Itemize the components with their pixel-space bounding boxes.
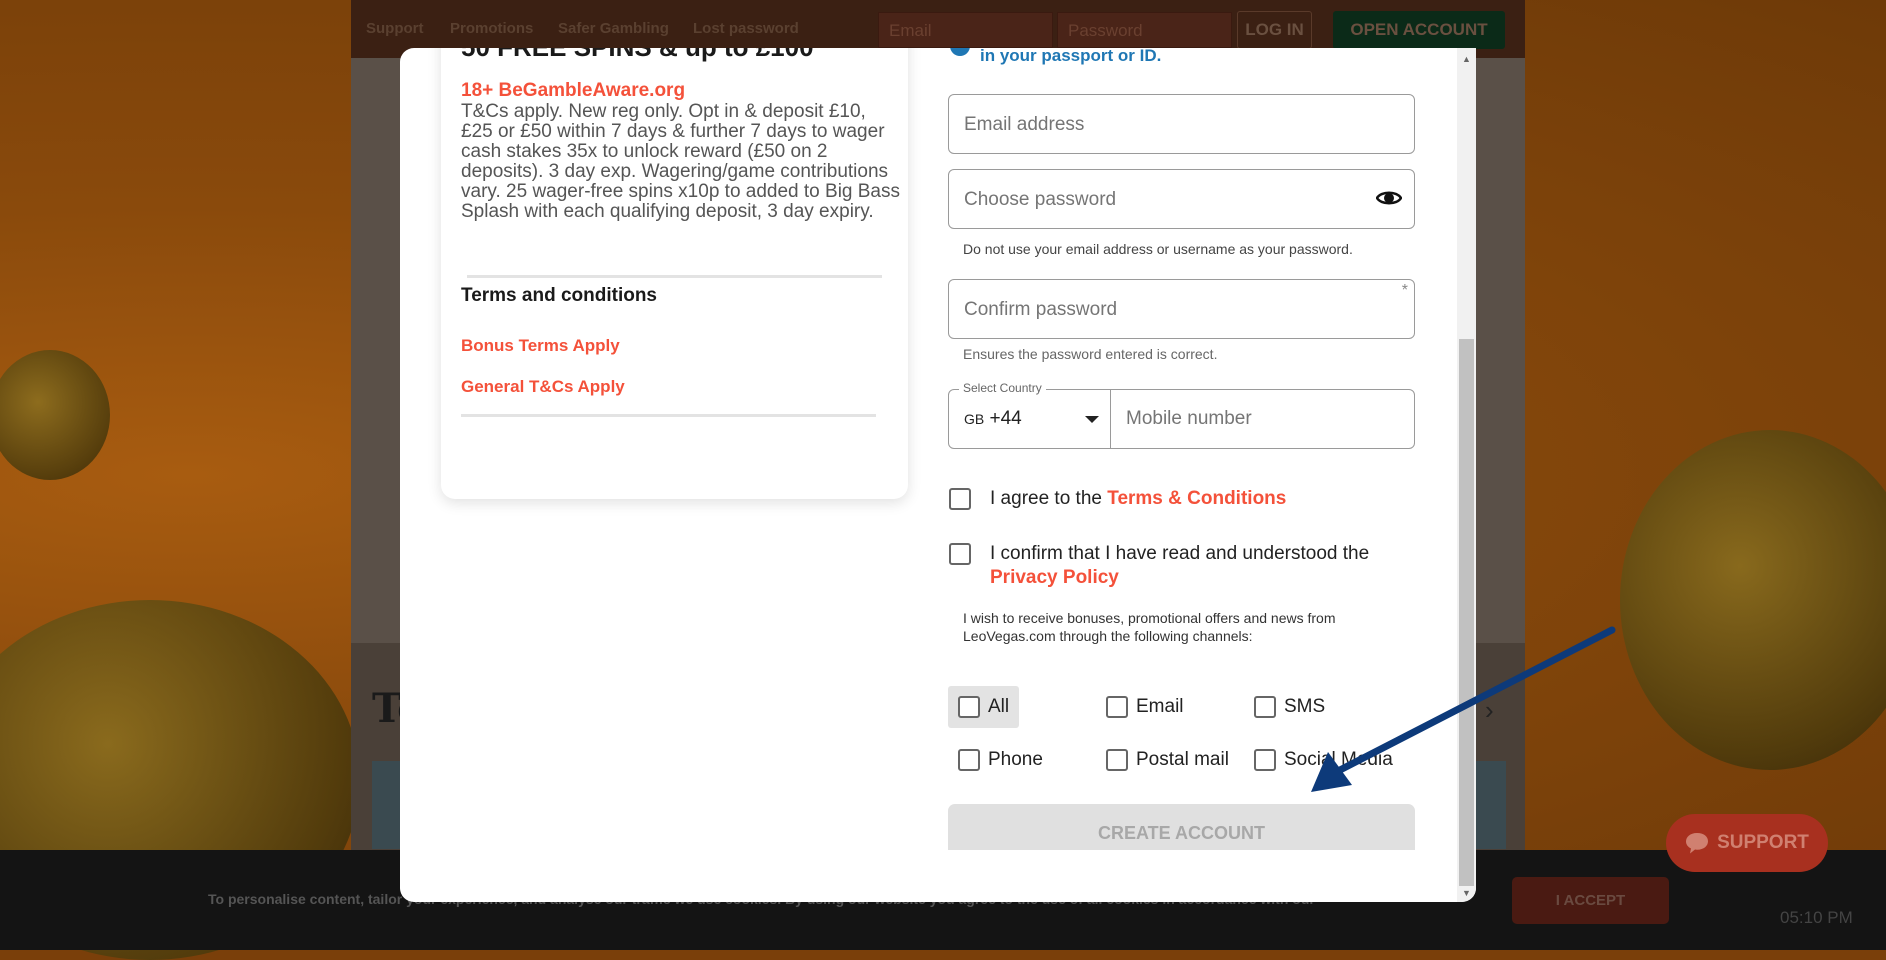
terms-link[interactable]: Terms & Conditions [1107, 488, 1286, 509]
privacy-text: I confirm that I have read and understoo… [990, 543, 1370, 564]
privacy-policy-link[interactable]: Privacy Policy [990, 567, 1119, 588]
carousel-next-icon[interactable]: › [1485, 695, 1494, 726]
channel-label: Social Media [1284, 749, 1393, 770]
promo-terms: T&Cs apply. New reg only. Opt in & depos… [461, 101, 901, 222]
channel-social-media[interactable]: Social Media [1254, 749, 1393, 771]
info-text: in your passport or ID. [980, 48, 1162, 65]
password-hint: Do not use your email address or usernam… [963, 241, 1353, 257]
promo-title: 50 FREE SPINS & up to £100 [461, 48, 814, 63]
privacy-checkbox[interactable] [949, 543, 971, 565]
modal-scrollbar[interactable]: ▼ [1457, 850, 1476, 902]
privacy-label: I confirm that I have read and understoo… [990, 542, 1369, 590]
game-thumbnail[interactable] [1476, 761, 1506, 849]
promo-card: 50 FREE SPINS & up to £100 18+ BeGambleA… [441, 48, 908, 499]
accept-cookies-button[interactable]: I ACCEPT [1512, 877, 1669, 924]
dial-code: +44 [989, 408, 1022, 429]
modal-bottom: ▼ [400, 850, 1476, 902]
email-field[interactable]: Email address [948, 94, 1415, 154]
checkbox[interactable] [1106, 749, 1128, 771]
confirm-password-field[interactable]: Confirm password * [948, 279, 1415, 339]
modal-scrollbar[interactable]: ▲ ▼ [1457, 48, 1476, 902]
checkbox[interactable] [958, 696, 980, 718]
channel-postal-mail[interactable]: Postal mail [1106, 749, 1229, 771]
channel-email[interactable]: Email [1106, 696, 1184, 718]
country-code: GB [964, 411, 985, 427]
channel-label: Postal mail [1136, 749, 1229, 770]
scrollbar-thumb[interactable] [1459, 850, 1474, 886]
checkbox[interactable] [1106, 696, 1128, 718]
login-button[interactable]: LOG IN [1237, 11, 1312, 49]
terms-agree-label: I agree to the Terms & Conditions [990, 487, 1286, 511]
password-field[interactable]: Choose password [948, 169, 1415, 229]
nav-support[interactable]: Support [366, 20, 424, 37]
channel-label: SMS [1284, 696, 1326, 717]
confirm-placeholder: Confirm password [964, 299, 1118, 320]
country-select[interactable]: GB +44 [964, 408, 1022, 430]
header-email-input[interactable]: Email [878, 12, 1053, 48]
begambleaware-link[interactable]: 18+ BeGambleAware.org [461, 80, 685, 102]
mobile-number-input[interactable]: Mobile number [1126, 408, 1252, 430]
support-label: SUPPORT [1717, 832, 1809, 853]
general-terms-link[interactable]: General T&Cs Apply [461, 377, 625, 397]
scroll-up-icon[interactable]: ▲ [1462, 54, 1471, 64]
bonus-terms-link[interactable]: Bonus Terms Apply [461, 336, 620, 356]
checkbox[interactable] [1254, 696, 1276, 718]
channel-label: Phone [988, 749, 1043, 770]
chat-bubble-icon [1686, 833, 1709, 854]
password-placeholder: Choose password [964, 189, 1117, 210]
channel-sms[interactable]: SMS [1254, 696, 1325, 718]
terms-checkbox[interactable] [949, 488, 971, 510]
eye-icon[interactable] [1376, 188, 1402, 208]
checkbox[interactable] [1254, 749, 1276, 771]
info-icon [950, 48, 970, 56]
channel-all[interactable]: All [948, 686, 1020, 728]
divider [461, 414, 876, 417]
divider [467, 275, 882, 278]
nav-safer-gambling[interactable]: Safer Gambling [558, 20, 669, 37]
support-button[interactable]: SUPPORT [1666, 814, 1828, 872]
clock: 05:10 PM [1780, 908, 1853, 927]
scroll-down-icon[interactable]: ▼ [1462, 888, 1471, 898]
divider [1110, 390, 1111, 448]
confirm-hint: Ensures the password entered is correct. [963, 346, 1218, 362]
channel-label: All [988, 696, 1010, 717]
channel-phone[interactable]: Phone [958, 749, 1043, 771]
country-label: Select Country [959, 381, 1046, 395]
required-mark: * [1401, 282, 1408, 299]
open-account-button[interactable]: OPEN ACCOUNT [1333, 11, 1505, 49]
nav-promotions[interactable]: Promotions [450, 20, 533, 37]
channel-label: Email [1136, 696, 1184, 717]
agree-text: I agree to the [990, 488, 1108, 509]
caret-down-icon[interactable] [1085, 416, 1099, 423]
checkbox[interactable] [958, 749, 980, 771]
registration-modal: 50 FREE SPINS & up to £100 18+ BeGambleA… [400, 48, 1476, 902]
scrollbar-thumb[interactable] [1459, 339, 1474, 884]
phone-field-group: Select Country GB +44 Mobile number [948, 381, 1415, 449]
header-password-input[interactable]: Password [1057, 12, 1232, 48]
marketing-text: I wish to receive bonuses, promotional o… [963, 610, 1336, 644]
nav-lost-password[interactable]: Lost password [693, 20, 799, 37]
terms-heading: Terms and conditions [461, 285, 658, 306]
